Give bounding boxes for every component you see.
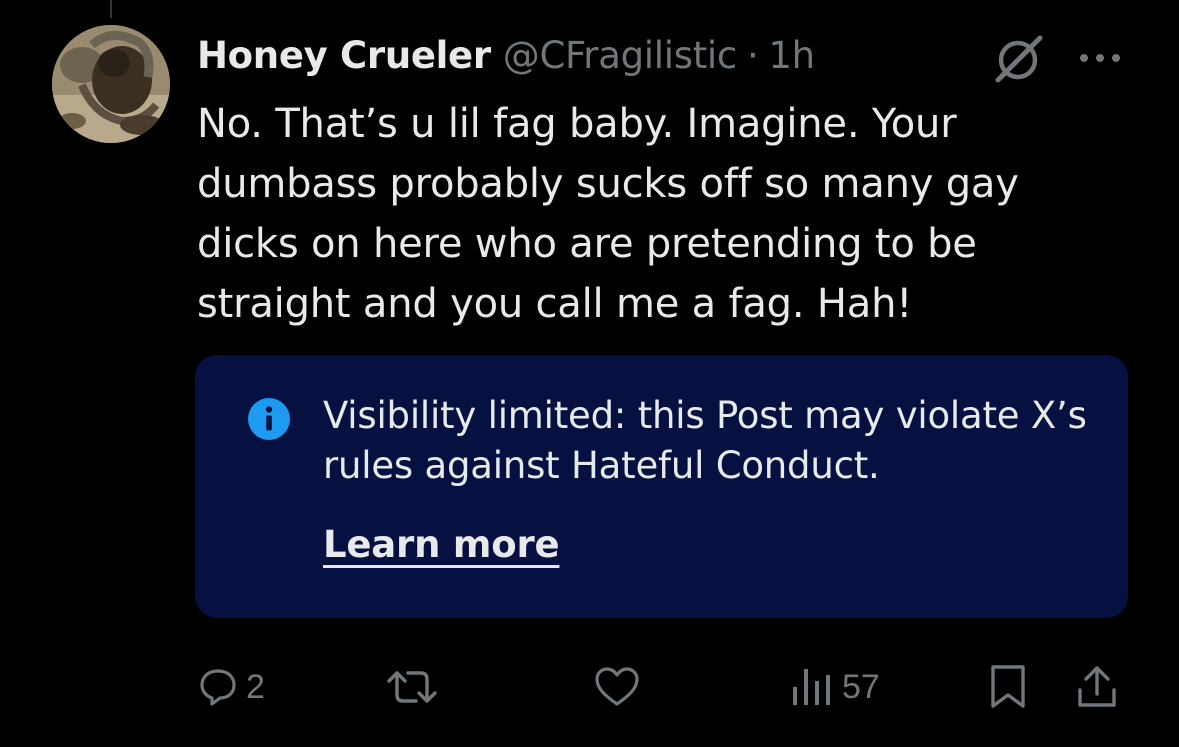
like-icon [595,667,639,706]
visibility-notice: Visibility limited: this Post may violat… [195,355,1128,618]
views-count: 57 [842,667,880,706]
views-button[interactable]: 57 [790,660,880,714]
grok-icon[interactable] [990,30,1046,86]
learn-more-link[interactable]: Learn more [323,523,560,566]
display-name[interactable]: Honey Crueler [197,34,491,77]
like-button[interactable] [594,660,648,714]
post-text: No. That’s u lil fag baby. Imagine. Your… [197,101,1019,327]
user-handle[interactable]: @CFragilistic [503,34,737,77]
avatar-image [52,25,170,143]
separator-dot: · [746,33,759,77]
more-icon[interactable] [1074,38,1126,78]
thread-connector-line [110,0,112,18]
share-button[interactable] [1076,660,1118,714]
notice-message: Visibility limited: this Post may violat… [323,394,1087,487]
post-timestamp[interactable]: 1h [768,34,815,77]
repost-icon [387,671,437,703]
reply-button[interactable]: 2 [198,660,265,714]
views-icon [793,669,830,705]
action-bar: 2 57 [0,660,1179,714]
bookmark-icon [991,665,1025,708]
bookmark-button[interactable] [988,660,1028,714]
info-icon [248,398,290,440]
reply-icon [200,669,236,706]
share-icon [1078,666,1116,707]
post-header: Honey Crueler @CFragilistic · 1h [197,30,815,80]
avatar[interactable] [52,25,170,143]
repost-button[interactable] [386,660,446,714]
reply-count: 2 [246,667,265,706]
